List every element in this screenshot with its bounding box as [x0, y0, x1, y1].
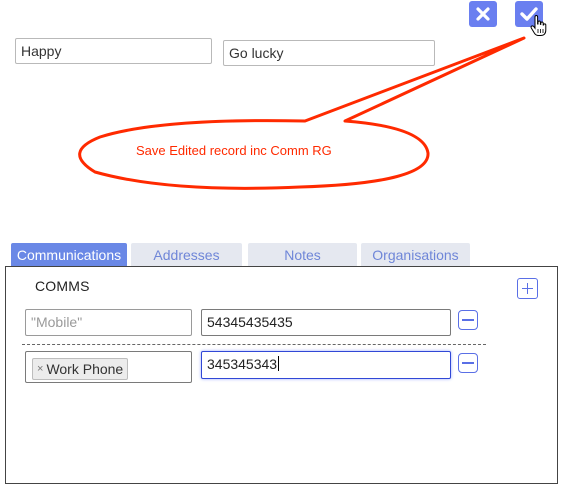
tab-communications[interactable]: Communications — [11, 243, 127, 267]
remove-chip-icon[interactable]: × — [37, 359, 43, 379]
tab-notes[interactable]: Notes — [248, 243, 357, 267]
add-comm-button[interactable] — [517, 278, 538, 299]
comm-type-chip: × Work Phone — [32, 358, 129, 380]
text-caret — [278, 356, 280, 371]
comms-section-title: COMMS — [35, 278, 90, 294]
tab-addresses[interactable]: Addresses — [131, 243, 242, 267]
comm-value-input[interactable]: 54345435435 — [201, 309, 451, 336]
tab-organisations[interactable]: Organisations — [361, 243, 470, 267]
remove-comm-button[interactable] — [458, 310, 478, 330]
row-divider — [22, 344, 486, 345]
remove-comm-button[interactable] — [458, 353, 478, 373]
comm-value-input[interactable]: 345345343 — [201, 351, 451, 379]
comm-type-select[interactable]: "Mobile" — [25, 309, 192, 336]
annotation-text: Save Edited record inc Comm RG — [136, 143, 332, 158]
